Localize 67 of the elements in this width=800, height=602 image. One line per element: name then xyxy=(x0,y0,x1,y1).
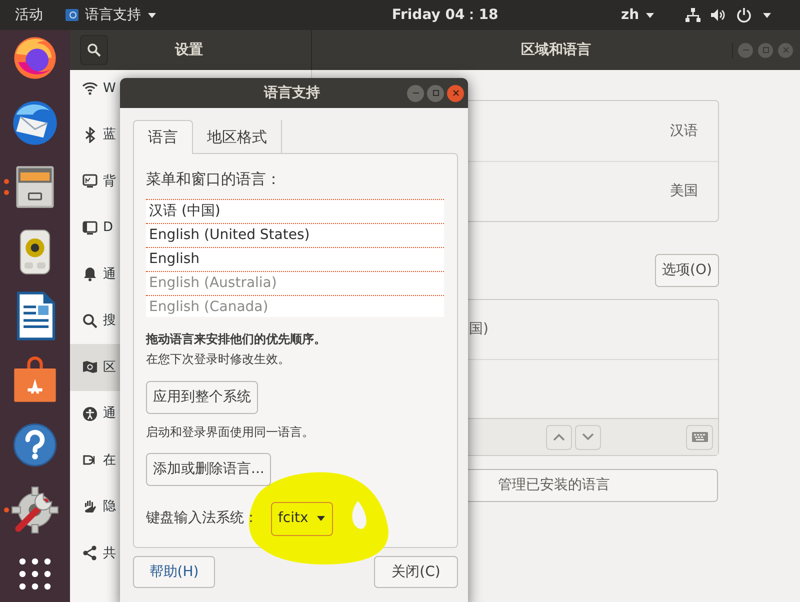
hand-icon xyxy=(82,498,98,515)
sidebar-item[interactable]: 隐 xyxy=(70,484,120,530)
caret-icon[interactable] xyxy=(645,12,656,18)
keyboard-button[interactable] xyxy=(686,424,713,450)
sidebar-item[interactable]: 蓝 xyxy=(70,112,120,158)
sidebar-item[interactable]: 通 xyxy=(70,390,120,437)
search-icon xyxy=(82,312,98,329)
effect-note: 在您下次登录时修改生效。 xyxy=(146,350,291,368)
field-label: 键盘输入法系统： xyxy=(146,509,258,528)
app-icon xyxy=(65,8,79,22)
share-icon xyxy=(82,545,98,562)
window-title: 设置 xyxy=(175,40,203,60)
search-button[interactable] xyxy=(80,35,108,65)
maximize-button[interactable] xyxy=(427,84,444,102)
close-button[interactable] xyxy=(447,84,464,102)
sidebar-item[interactable]: 搜 xyxy=(70,298,120,344)
language-item[interactable]: English (United States) xyxy=(146,224,444,248)
close-dialog-button[interactable]: 关闭(C) xyxy=(374,556,458,588)
monitor-icon xyxy=(82,220,98,236)
gear-wrench-icon[interactable] xyxy=(10,484,60,535)
caret-icon[interactable] xyxy=(147,12,157,18)
move-down-button[interactable] xyxy=(575,424,601,450)
tab[interactable]: 语言 xyxy=(133,120,193,154)
search-icon xyxy=(87,43,101,57)
monitor-icon xyxy=(82,173,98,190)
input-method-dropdown[interactable]: fcitx xyxy=(271,502,334,536)
bell-icon xyxy=(82,266,98,282)
panel-title: 区域和语言 xyxy=(521,40,591,60)
activities-button[interactable]: 活动 xyxy=(15,4,45,26)
maximize-icon[interactable] xyxy=(430,88,440,98)
keyboard-icon[interactable] xyxy=(692,432,708,442)
map-icon xyxy=(82,359,98,376)
app-menu[interactable]: 语言支持 xyxy=(65,4,157,26)
options-button[interactable]: 选项(O) xyxy=(655,254,719,287)
apply-system-wide-button[interactable]: 应用到整个系统 xyxy=(146,380,258,414)
language-item[interactable]: 汉语 (中国) xyxy=(146,200,444,224)
drag-hint: 拖动语言来安排他们的优先顺序。 xyxy=(146,330,327,348)
row-value: 汉语 xyxy=(670,122,698,140)
sidebar-item[interactable]: 在 xyxy=(70,437,120,484)
power-icon[interactable] xyxy=(736,7,752,23)
caret-icon[interactable] xyxy=(762,12,772,18)
close-icon[interactable] xyxy=(450,88,460,98)
sidebar-item[interactable]: 共 xyxy=(70,530,120,576)
input-source-item[interactable]: 国) xyxy=(469,319,488,340)
input-method-menu[interactable]: zh xyxy=(621,4,656,26)
row-value: 美国 xyxy=(670,182,698,201)
dialog-title: 语言支持 xyxy=(264,84,320,102)
accessibility-icon xyxy=(82,406,98,422)
chevron-down-icon[interactable] xyxy=(582,433,594,441)
language-item[interactable]: English xyxy=(146,248,444,272)
add-remove-languages-button[interactable]: 添加或删除语言... xyxy=(146,452,272,486)
clock[interactable]: Friday 04：18 xyxy=(389,4,501,26)
section-heading: 菜单和窗口的语言： xyxy=(146,169,282,190)
chevron-up-icon[interactable] xyxy=(553,433,565,441)
manage-languages-button[interactable]: 管理已安装的语言 xyxy=(468,469,718,502)
sidebar-item[interactable]: W xyxy=(70,70,120,112)
sidebar-item[interactable]: 背 xyxy=(70,158,120,204)
move-up-button[interactable] xyxy=(546,424,572,450)
caret-icon[interactable] xyxy=(316,515,326,522)
wifi-icon xyxy=(82,80,98,96)
help-button[interactable]: 帮助(H) xyxy=(133,556,215,588)
volume-icon[interactable] xyxy=(710,7,726,23)
sidebar-item[interactable]: D xyxy=(70,204,120,251)
sidebar-item[interactable]: 通 xyxy=(70,251,120,298)
minimize-button[interactable] xyxy=(407,84,424,102)
network-icon[interactable] xyxy=(685,7,702,23)
login-note: 启动和登录界面使用同一语言。 xyxy=(146,424,315,440)
